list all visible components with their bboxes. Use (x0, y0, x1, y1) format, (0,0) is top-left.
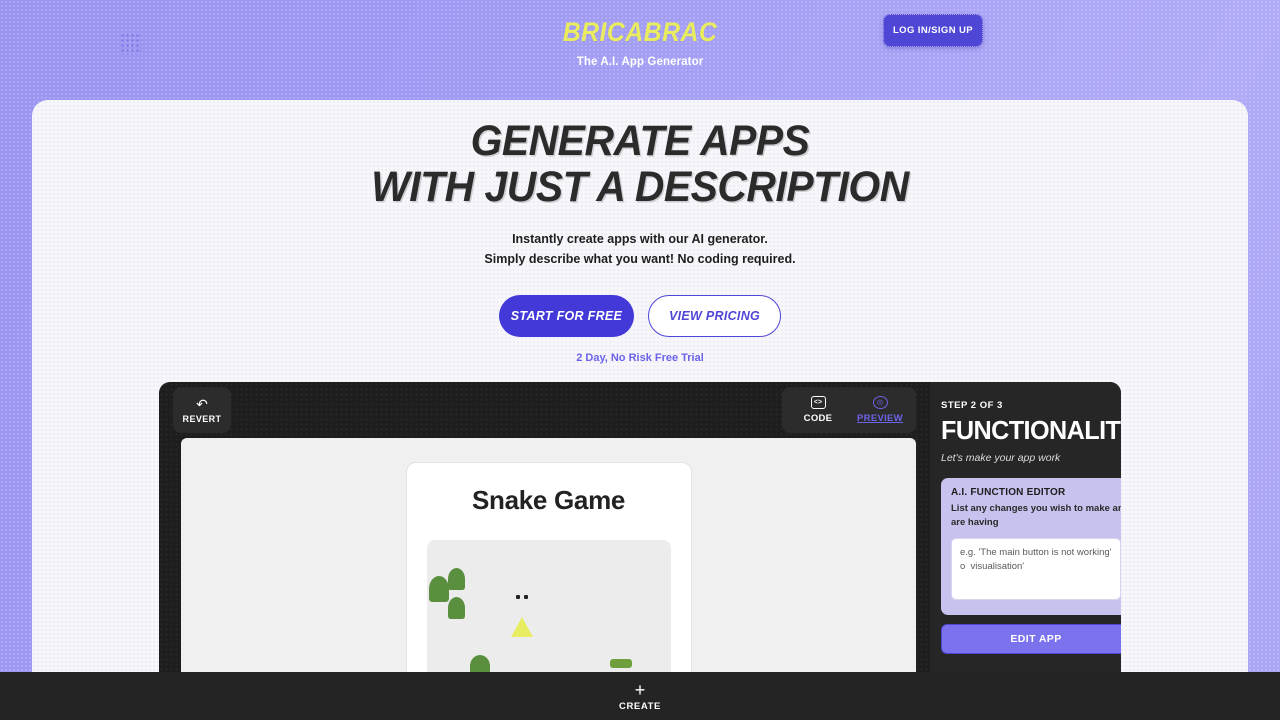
logo-text: BRICABRAC (562, 17, 718, 47)
ai-function-editor: A.I. FUNCTION EDITOR List any changes yo… (941, 478, 1121, 615)
revert-label: REVERT (182, 413, 222, 424)
edit-app-button[interactable]: EDIT APP (941, 623, 1121, 654)
player-character (510, 595, 533, 637)
game-title: Snake Game (471, 485, 626, 515)
step-indicator: STEP 2 OF 3 (941, 400, 1003, 411)
revert-button[interactable]: ↶ REVERT (173, 387, 231, 433)
cta-row: START FOR FREE VIEW PRICING (32, 294, 1248, 337)
function-editor-input[interactable] (951, 537, 1121, 600)
code-brackets-icon: <> (810, 396, 826, 409)
mock-editor-area: ↶ REVERT <> CODE ☉ PREVIEW Snake Game (159, 382, 930, 720)
brand: BRICABRAC The A.I. App Generator (440, 17, 840, 68)
view-pricing-button[interactable]: VIEW PRICING (648, 294, 781, 337)
free-trial-note: 2 Day, No Risk Free Trial (576, 351, 704, 364)
function-editor-desc-line2: are having (951, 516, 999, 528)
bottom-bar: + CREATE (0, 672, 1280, 720)
tab-code-label: CODE (803, 413, 833, 424)
top-bar: BRICABRAC The A.I. App Generator LOG IN/… (0, 0, 1280, 100)
tab-preview[interactable]: ☉ PREVIEW (850, 396, 910, 424)
function-editor-desc-line1: List any changes you wish to make and i (951, 503, 1121, 514)
hero-title-line2: WITH JUST A DESCRIPTION (371, 163, 909, 211)
main-card: GENERATE APPS WITH JUST A DESCRIPTION In… (32, 100, 1248, 720)
view-tabs: <> CODE ☉ PREVIEW (782, 387, 916, 433)
decorative-dot-grid (120, 33, 142, 55)
step-subtitle: Let's make your app work (941, 452, 1061, 464)
step-panel: STEP 2 OF 3 FUNCTIONALITY Let's make you… (930, 382, 1121, 720)
globe-icon: ☉ (872, 396, 888, 409)
plus-icon: + (634, 679, 646, 700)
login-signup-button[interactable]: LOG IN/SIGN UP (883, 14, 983, 47)
brand-tagline: The A.I. App Generator (576, 56, 704, 68)
function-editor-description: List any changes you wish to make and i … (951, 502, 1121, 530)
create-label: CREATE (619, 700, 661, 712)
undo-arrow-icon: ↶ (196, 395, 208, 412)
mock-toolbar: ↶ REVERT <> CODE ☉ PREVIEW (159, 382, 930, 438)
app-preview-mock: ↶ REVERT <> CODE ☉ PREVIEW Snake Game ST… (159, 382, 1121, 720)
step-title: FUNCTIONALITY (941, 415, 1121, 445)
obstacle-bush (428, 576, 449, 602)
player-eyes (515, 595, 528, 599)
function-editor-title: A.I. FUNCTION EDITOR (951, 487, 1066, 498)
obstacle-bush (447, 568, 465, 590)
start-for-free-button[interactable]: START FOR FREE (499, 294, 634, 337)
hero-subtitle-line1: Instantly create apps with our AI genera… (512, 232, 768, 246)
food-item (609, 659, 632, 668)
hero-subtitle-line2: Simply describe what you want! No coding… (484, 252, 796, 267)
tab-preview-label: PREVIEW (857, 413, 903, 424)
hero-section: GENERATE APPS WITH JUST A DESCRIPTION In… (32, 100, 1248, 364)
tab-code[interactable]: <> CODE (788, 396, 848, 424)
create-button[interactable]: + CREATE (619, 681, 661, 712)
hero-title-line1: GENERATE APPS (470, 117, 810, 165)
obstacle-bush (447, 597, 465, 619)
